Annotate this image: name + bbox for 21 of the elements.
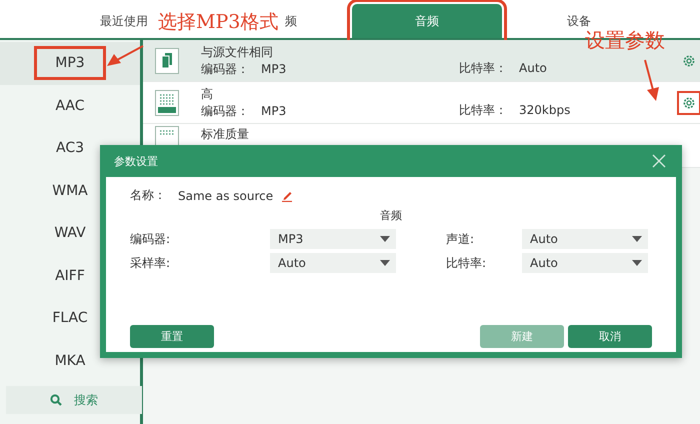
annotation-text: 选择MP3格式: [158, 10, 278, 35]
dialog-title: 参数设置: [114, 154, 158, 168]
field-label: 比特率：: [459, 103, 507, 117]
field-label: 编码器:: [130, 230, 172, 248]
field-label: 声道:: [445, 230, 476, 248]
section-title: 音频: [379, 208, 403, 223]
field-value: Auto: [519, 61, 547, 75]
field-label: 编码器：: [201, 104, 249, 118]
preset-title: 高: [201, 86, 214, 102]
field-value: MP3: [261, 62, 286, 76]
preset-title: 与源文件相同: [201, 44, 274, 60]
field-label: 比特率：: [459, 61, 507, 75]
name-value: Same as source: [178, 188, 274, 202]
field-label: 比特率:: [445, 254, 488, 272]
field-label: 采样率:: [130, 254, 172, 272]
preset-title: 标准质量: [201, 126, 250, 143]
field-value: MP3: [261, 104, 286, 118]
field-label: 名称：: [130, 187, 166, 204]
field-value: 320kbps: [519, 103, 570, 117]
highlight-box: MP3: [34, 46, 106, 80]
field-label: 编码器：: [201, 62, 249, 76]
